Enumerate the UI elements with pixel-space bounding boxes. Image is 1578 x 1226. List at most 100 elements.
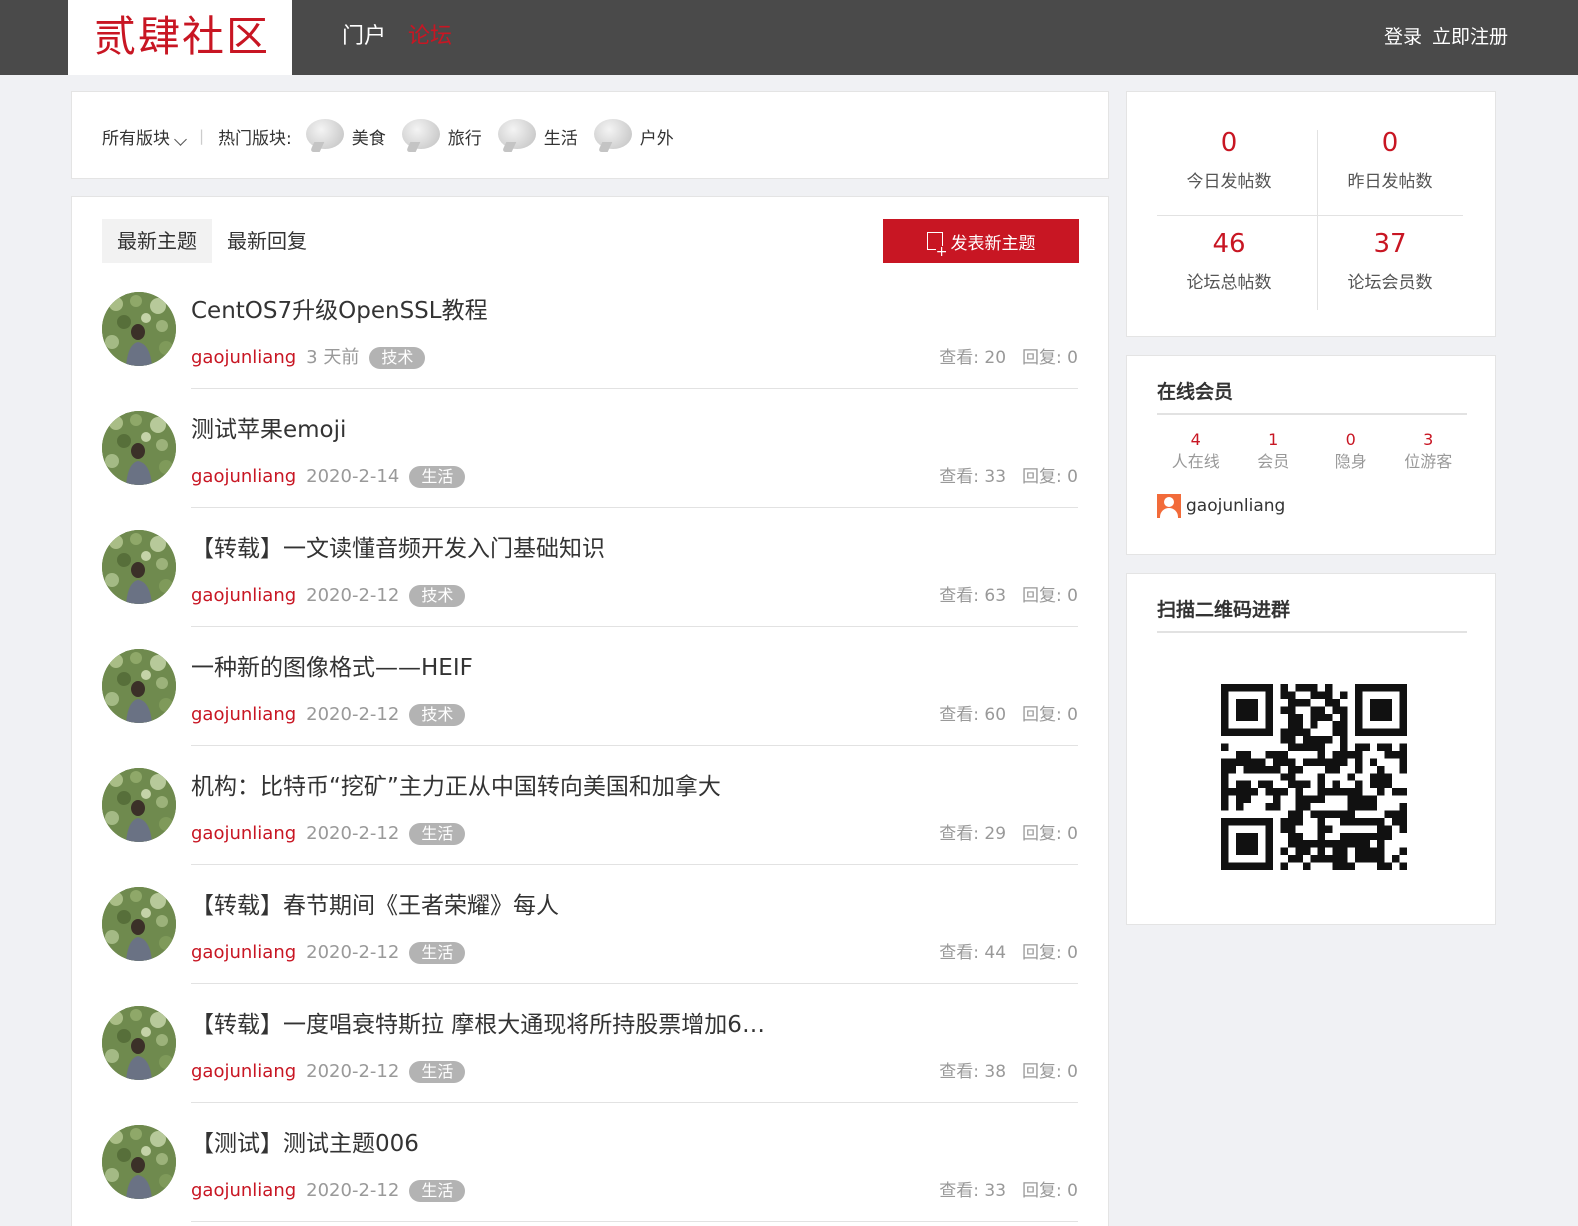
author-avatar[interactable] — [102, 292, 176, 366]
new-thread-button-label: 发表新主题 — [950, 233, 1036, 254]
online-member-link[interactable]: gaojunliang — [1157, 494, 1285, 518]
stat-label: 昨日发帖数 — [1347, 172, 1433, 192]
thread-time: 2020-2-14 — [306, 466, 400, 487]
author-avatar[interactable] — [102, 411, 176, 485]
board-item-label: 户外 — [639, 128, 674, 149]
author-avatar[interactable] — [102, 768, 176, 842]
views-count: 20 — [984, 348, 1007, 368]
thread-title[interactable]: 【转载】春节期间《王者荣耀》每人 — [191, 889, 559, 923]
replies-count: 0 — [1067, 943, 1078, 963]
thread-meta: gaojunliang 2020-2-12 生活 — [191, 1060, 466, 1084]
author-avatar[interactable] — [102, 530, 176, 604]
views-prefix: 查看: — [939, 467, 979, 487]
tab-latest-threads[interactable]: 最新主题 — [102, 219, 212, 263]
chat-bubble-icon — [401, 119, 440, 153]
site-logo-text: 贰肆社区 — [94, 12, 271, 61]
replies-prefix: 回复: — [1022, 467, 1062, 487]
thread-row[interactable]: CentOS7升级OpenSSL教程 gaojunliang 3 天前 技术 查看: 2… — [102, 292, 1078, 412]
thread-tag[interactable]: 生活 — [409, 1180, 466, 1202]
thread-author[interactable]: gaojunliang — [191, 346, 296, 370]
site-logo[interactable]: 贰肆社区 — [68, 0, 292, 75]
stat-yesterday-posts: 0 昨日发帖数 — [1310, 126, 1470, 194]
new-thread-button[interactable]: 发表新主题 — [883, 219, 1079, 263]
boards-bar: 所有版块 | 热门版块: 美食 旅行 生活 户外 — [71, 91, 1109, 179]
thread-views: 查看: 44 — [939, 941, 1006, 965]
divider — [1157, 631, 1467, 633]
thread-stats: 查看: 29 回复: 0 — [939, 822, 1078, 846]
thread-title[interactable]: 【转载】一度唱衰特斯拉 摩根大通现将所持股票增加6… — [191, 1008, 765, 1042]
thread-author[interactable]: gaojunliang — [191, 703, 296, 727]
thread-tag[interactable]: 生活 — [409, 1061, 466, 1083]
divider — [191, 983, 1078, 984]
nav-item-portal[interactable]: 门户 — [342, 22, 386, 52]
stat-value: 0 — [1220, 128, 1238, 158]
thread-row[interactable]: 一种新的图像格式——HEIF gaojunliang 2020-2-12 技术 查看: … — [102, 649, 1078, 769]
author-avatar[interactable] — [102, 649, 176, 723]
thread-stats: 查看: 33 回复: 0 — [939, 465, 1078, 489]
thread-row[interactable]: 【转载】一文读懂音频开发入门基础知识 gaojunliang 2020-2-12 技术… — [102, 530, 1078, 650]
thread-stats: 查看: 60 回复: 0 — [939, 703, 1078, 727]
chat-bubble-icon — [305, 119, 344, 153]
board-item-life[interactable]: 生活 — [497, 119, 578, 153]
thread-author[interactable]: gaojunliang — [191, 822, 296, 846]
thread-author[interactable]: gaojunliang — [191, 584, 296, 608]
thread-title[interactable]: 测试苹果emoji — [191, 413, 346, 447]
tab-latest-replies[interactable]: 最新回复 — [212, 219, 322, 263]
online-members: 1 会员 — [1235, 430, 1313, 474]
views-count: 29 — [984, 824, 1007, 844]
thread-title[interactable]: 一种新的图像格式——HEIF — [191, 651, 473, 685]
author-avatar[interactable] — [102, 1125, 176, 1199]
thread-author[interactable]: gaojunliang — [191, 1060, 296, 1084]
online-total: 4 人在线 — [1157, 430, 1235, 474]
thread-title[interactable]: 机构：比特币“挖矿”主力正从中国转向美国和加拿大 — [191, 770, 721, 804]
thread-tag[interactable]: 生活 — [409, 823, 466, 845]
thread-row[interactable]: 【转载】一度唱衰特斯拉 摩根大通现将所持股票增加6… gaojunliang 202… — [102, 1006, 1078, 1126]
author-avatar[interactable] — [102, 887, 176, 961]
thread-row[interactable]: 机构：比特币“挖矿”主力正从中国转向美国和加拿大 gaojunliang 2020-… — [102, 768, 1078, 888]
thread-tag[interactable]: 技术 — [409, 704, 466, 726]
thread-row[interactable]: 【测试】测试主题006 gaojunliang 2020-2-12 生活 查看: 33 回… — [102, 1125, 1078, 1226]
thread-author[interactable]: gaojunliang — [191, 941, 296, 965]
hot-boards-label: 热门版块: — [218, 128, 292, 149]
divider — [191, 864, 1078, 865]
thread-author[interactable]: gaojunliang — [191, 465, 296, 489]
board-item-outdoor[interactable]: 户外 — [593, 119, 674, 153]
replies-prefix: 回复: — [1022, 824, 1062, 844]
board-item-food[interactable]: 美食 — [305, 119, 386, 153]
register-link[interactable]: 立即注册 — [1432, 24, 1508, 50]
nav-item-forum[interactable]: 论坛 — [408, 22, 452, 52]
thread-meta: gaojunliang 3 天前 技术 — [191, 346, 426, 370]
thread-time: 3 天前 — [306, 347, 360, 368]
thread-tag[interactable]: 技术 — [409, 585, 466, 607]
author-avatar[interactable] — [102, 1006, 176, 1080]
thread-replies: 回复: 0 — [1022, 584, 1078, 608]
thread-title[interactable]: 【转载】一文读懂音频开发入门基础知识 — [191, 532, 605, 566]
thread-views: 查看: 20 — [939, 346, 1006, 370]
thread-tag[interactable]: 技术 — [369, 347, 426, 369]
thread-stats: 查看: 20 回复: 0 — [939, 346, 1078, 370]
views-count: 33 — [984, 1181, 1007, 1201]
thread-replies: 回复: 0 — [1022, 346, 1078, 370]
divider — [1157, 215, 1463, 216]
thread-row[interactable]: 【转载】春节期间《王者荣耀》每人 gaojunliang 2020-2-12 生活 查看… — [102, 887, 1078, 1007]
stat-label: 论坛会员数 — [1347, 273, 1433, 293]
divider — [191, 745, 1078, 746]
thread-title[interactable]: 【测试】测试主题006 — [191, 1127, 419, 1161]
board-item-travel[interactable]: 旅行 — [401, 119, 482, 153]
thread-row[interactable]: 测试苹果emoji gaojunliang 2020-2-14 生活 查看: 33 回复:… — [102, 411, 1078, 531]
thread-tag[interactable]: 生活 — [409, 942, 466, 964]
online-members-title: 在线会员 — [1157, 381, 1234, 403]
thread-tag[interactable]: 生活 — [409, 466, 466, 488]
thread-title[interactable]: CentOS7升级OpenSSL教程 — [191, 294, 488, 328]
auth-links: 登录 立即注册 — [1384, 24, 1508, 50]
thread-views: 查看: 60 — [939, 703, 1006, 727]
replies-prefix: 回复: — [1022, 705, 1062, 725]
all-boards-dropdown[interactable]: 所有版块 — [102, 124, 187, 149]
stat-label: 今日发帖数 — [1186, 172, 1272, 192]
views-prefix: 查看: — [939, 1062, 979, 1082]
thread-author[interactable]: gaojunliang — [191, 1179, 296, 1203]
online-counts: 4 人在线 1 会员 0 隐身 3 位游客 — [1157, 430, 1467, 474]
login-link[interactable]: 登录 — [1384, 24, 1422, 50]
views-count: 60 — [984, 705, 1007, 725]
stat-label: 论坛总帖数 — [1186, 273, 1272, 293]
